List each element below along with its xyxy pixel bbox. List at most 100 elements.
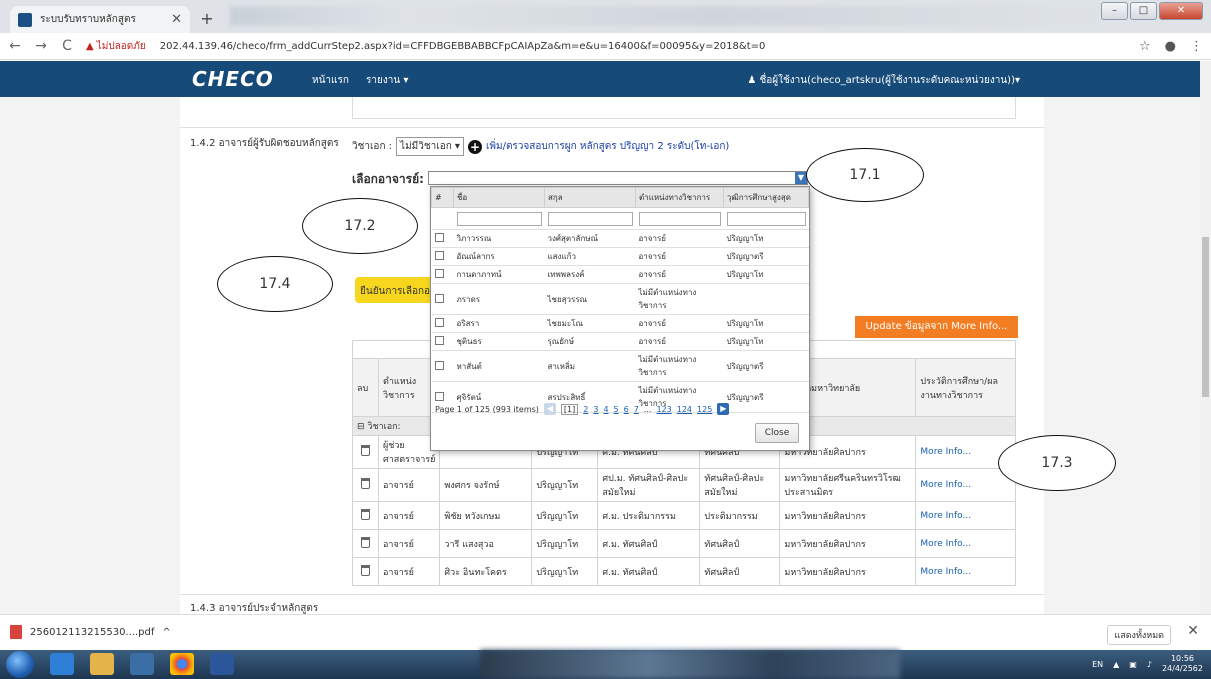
user-label: ชื่อผู้ใช้งาน(checo_artskru(ผู้ใช้งานระด… bbox=[759, 75, 1020, 86]
popup-degree bbox=[723, 283, 809, 315]
popup-row[interactable]: หาสันต์ สาเหลิ่ม ไม่มีตำแหน่งทางวิชาการ … bbox=[431, 350, 809, 382]
browser-tabbar: ระบบรับทราบหลักสูตร ✕ + – □ ✕ bbox=[0, 0, 1211, 33]
window-close-button[interactable]: ✕ bbox=[1159, 2, 1203, 20]
update-more-info-button[interactable]: Update ข้อมูลจาก More Info... bbox=[855, 316, 1018, 338]
clock[interactable]: 10:56 24/4/2562 bbox=[1162, 654, 1203, 674]
next-page-icon[interactable]: ▶ bbox=[717, 403, 730, 415]
page-link[interactable]: 6 bbox=[624, 405, 629, 414]
major-select[interactable]: ไม่มีวิชาเอก ▾ bbox=[396, 137, 464, 156]
trash-icon[interactable] bbox=[361, 445, 370, 456]
filter-position-input[interactable] bbox=[638, 211, 721, 226]
collapse-icon[interactable]: ⊟ bbox=[357, 422, 367, 432]
language-indicator[interactable]: EN bbox=[1092, 660, 1103, 669]
confirm-selection-button[interactable]: ยืนยันการเลือกอาจารย์ bbox=[355, 277, 435, 303]
address-bar: ← → C ▲ ไม่ปลอดภัย 202.44.139.46/checo/f… bbox=[0, 33, 1211, 60]
cell-university: มหาวิทยาลัยศิลปากร bbox=[779, 529, 917, 558]
page-link[interactable]: 2 bbox=[583, 405, 588, 414]
more-info-link[interactable]: More Info... bbox=[920, 511, 971, 521]
app-logo[interactable]: CHECO bbox=[192, 67, 274, 91]
profile-icon[interactable]: ● bbox=[1165, 39, 1176, 54]
popup-row[interactable]: ชุตินธร รุณยักษ์ อาจารย์ ปริญญาโท bbox=[431, 332, 809, 351]
page-link[interactable]: 7 bbox=[634, 405, 639, 414]
more-info-link[interactable]: More Info... bbox=[920, 567, 971, 577]
new-tab-button[interactable]: + bbox=[196, 8, 218, 30]
page-link[interactable]: 125 bbox=[697, 405, 712, 414]
popup-row[interactable]: อัณณ์ลากร แสงแก้ว อาจารย์ ปริญญาตรี bbox=[431, 247, 809, 266]
popup-degree: ปริญญาโท bbox=[723, 332, 809, 351]
nav-report-menu[interactable]: รายงาน ▾ bbox=[366, 73, 408, 88]
popup-col-position: ตำแหน่งทางวิชาการ bbox=[635, 187, 724, 208]
close-downloads-icon[interactable]: ✕ bbox=[1187, 623, 1199, 639]
page-link[interactable]: 3 bbox=[593, 405, 598, 414]
explorer-icon[interactable] bbox=[90, 653, 114, 675]
back-icon[interactable]: ← bbox=[8, 38, 22, 54]
page-link[interactable]: 123 bbox=[656, 405, 671, 414]
filter-lastname-input[interactable] bbox=[547, 211, 633, 226]
browser-tab[interactable]: ระบบรับทราบหลักสูตร ✕ bbox=[10, 6, 190, 33]
prev-page-icon[interactable]: ◀ bbox=[543, 403, 556, 415]
download-item[interactable]: 256012113215530....pdf ^ bbox=[10, 625, 171, 639]
more-info-link[interactable]: More Info... bbox=[920, 447, 971, 457]
add-plus-icon[interactable]: + bbox=[467, 139, 482, 154]
row-checkbox[interactable] bbox=[434, 360, 444, 370]
row-checkbox[interactable] bbox=[434, 269, 444, 278]
chrome-icon[interactable] bbox=[170, 653, 194, 675]
chevron-up-icon[interactable]: ^ bbox=[162, 627, 170, 638]
forward-icon[interactable]: → bbox=[34, 38, 48, 54]
tab-close-icon[interactable]: ✕ bbox=[171, 12, 182, 27]
teacher-combobox[interactable]: ▼ bbox=[428, 171, 808, 185]
word-icon[interactable] bbox=[210, 653, 234, 675]
security-indicator[interactable]: ▲ ไม่ปลอดภัย bbox=[86, 39, 146, 54]
filter-degree-input[interactable] bbox=[726, 211, 806, 226]
cell-field: ทัศนศิลป์ bbox=[699, 529, 781, 558]
popup-row[interactable]: กานดาภาทน์ เทพพลรงค์ อาจารย์ ปริญญาโท bbox=[431, 265, 809, 284]
row-checkbox[interactable] bbox=[434, 318, 444, 327]
row-checkbox[interactable] bbox=[434, 391, 444, 401]
page-link[interactable]: 124 bbox=[677, 405, 692, 414]
popup-row[interactable]: อริสรา ไชยมะโณ อาจารย์ ปริญญาโท bbox=[431, 314, 809, 333]
popup-row[interactable]: วิภาวรรณ วงศ์สุตาลักษณ์ อาจารย์ ปริญญาโท bbox=[431, 229, 809, 248]
menu-kebab-icon[interactable]: ⋮ bbox=[1190, 39, 1203, 54]
ie-icon[interactable] bbox=[50, 653, 74, 675]
trash-icon[interactable] bbox=[361, 478, 370, 489]
cell-major: ศป.ม. ทัศนศิลป์-ศิลปะสมัยใหม่ bbox=[597, 468, 701, 502]
more-info-link[interactable]: More Info... bbox=[920, 480, 971, 490]
row-checkbox[interactable] bbox=[434, 336, 444, 345]
url-field[interactable]: 202.44.139.46/checo/frm_addCurrStep2.asp… bbox=[160, 41, 766, 52]
popup-row[interactable]: ภราดร ไชยสุวรรณ ไม่มีตำแหน่งทางวิชาการ bbox=[431, 283, 809, 315]
start-button[interactable] bbox=[6, 651, 34, 678]
popup-degree: ปริญญาตรี bbox=[723, 350, 809, 382]
row-checkbox[interactable] bbox=[434, 251, 444, 260]
row-checkbox[interactable] bbox=[434, 233, 444, 242]
clock-time: 10:56 bbox=[1170, 654, 1195, 663]
page-link[interactable]: 4 bbox=[603, 405, 608, 414]
cell-degree: ปริญญาโท bbox=[531, 501, 599, 530]
trash-icon[interactable] bbox=[361, 536, 370, 548]
maximize-button[interactable]: □ bbox=[1130, 2, 1157, 20]
popup-grid: # ชื่อ สกุล ตำแหน่งทางวิชาการ วุฒิการศึก… bbox=[431, 187, 809, 413]
trash-icon[interactable] bbox=[361, 508, 370, 520]
popup-firstname: ชุตินธร bbox=[453, 332, 545, 351]
volume-icon[interactable]: ♪ bbox=[1147, 660, 1152, 669]
trash-icon[interactable] bbox=[361, 564, 370, 576]
filter-firstname-input[interactable] bbox=[456, 211, 542, 226]
reload-icon[interactable]: C bbox=[60, 38, 74, 54]
tray-expand-icon[interactable]: ▲ bbox=[1113, 660, 1119, 669]
cell-field: ประติมากรรม bbox=[699, 501, 781, 530]
nav-home-link[interactable]: หน้าแรก bbox=[312, 73, 349, 88]
user-menu[interactable]: ♟ ชื่อผู้ใช้งาน(checo_artskru(ผู้ใช้งานร… bbox=[747, 73, 1020, 88]
page-scrollbar[interactable] bbox=[1200, 61, 1211, 614]
bookmark-star-icon[interactable]: ☆ bbox=[1139, 39, 1151, 54]
show-all-button[interactable]: แสดงทั้งหมด bbox=[1107, 625, 1171, 645]
network-icon[interactable]: ▣ bbox=[1129, 660, 1137, 669]
check-curriculum-link[interactable]: เพิ่ม/ตรวจสอบการผูก หลักสูตร ปริญญา 2 ระ… bbox=[486, 139, 729, 154]
media-player-icon[interactable] bbox=[130, 653, 154, 675]
row-checkbox[interactable] bbox=[434, 293, 444, 303]
popup-close-button[interactable]: Close bbox=[755, 423, 799, 443]
minimize-button[interactable]: – bbox=[1101, 2, 1128, 20]
scrollbar-thumb[interactable] bbox=[1202, 237, 1209, 397]
page-ellipsis: ... bbox=[643, 404, 652, 414]
page-link[interactable]: 5 bbox=[614, 405, 619, 414]
cell-university: มหาวิทยาลัยศรีนครินทรวิโรฒประสานมิตร bbox=[779, 468, 917, 502]
more-info-link[interactable]: More Info... bbox=[920, 539, 971, 549]
